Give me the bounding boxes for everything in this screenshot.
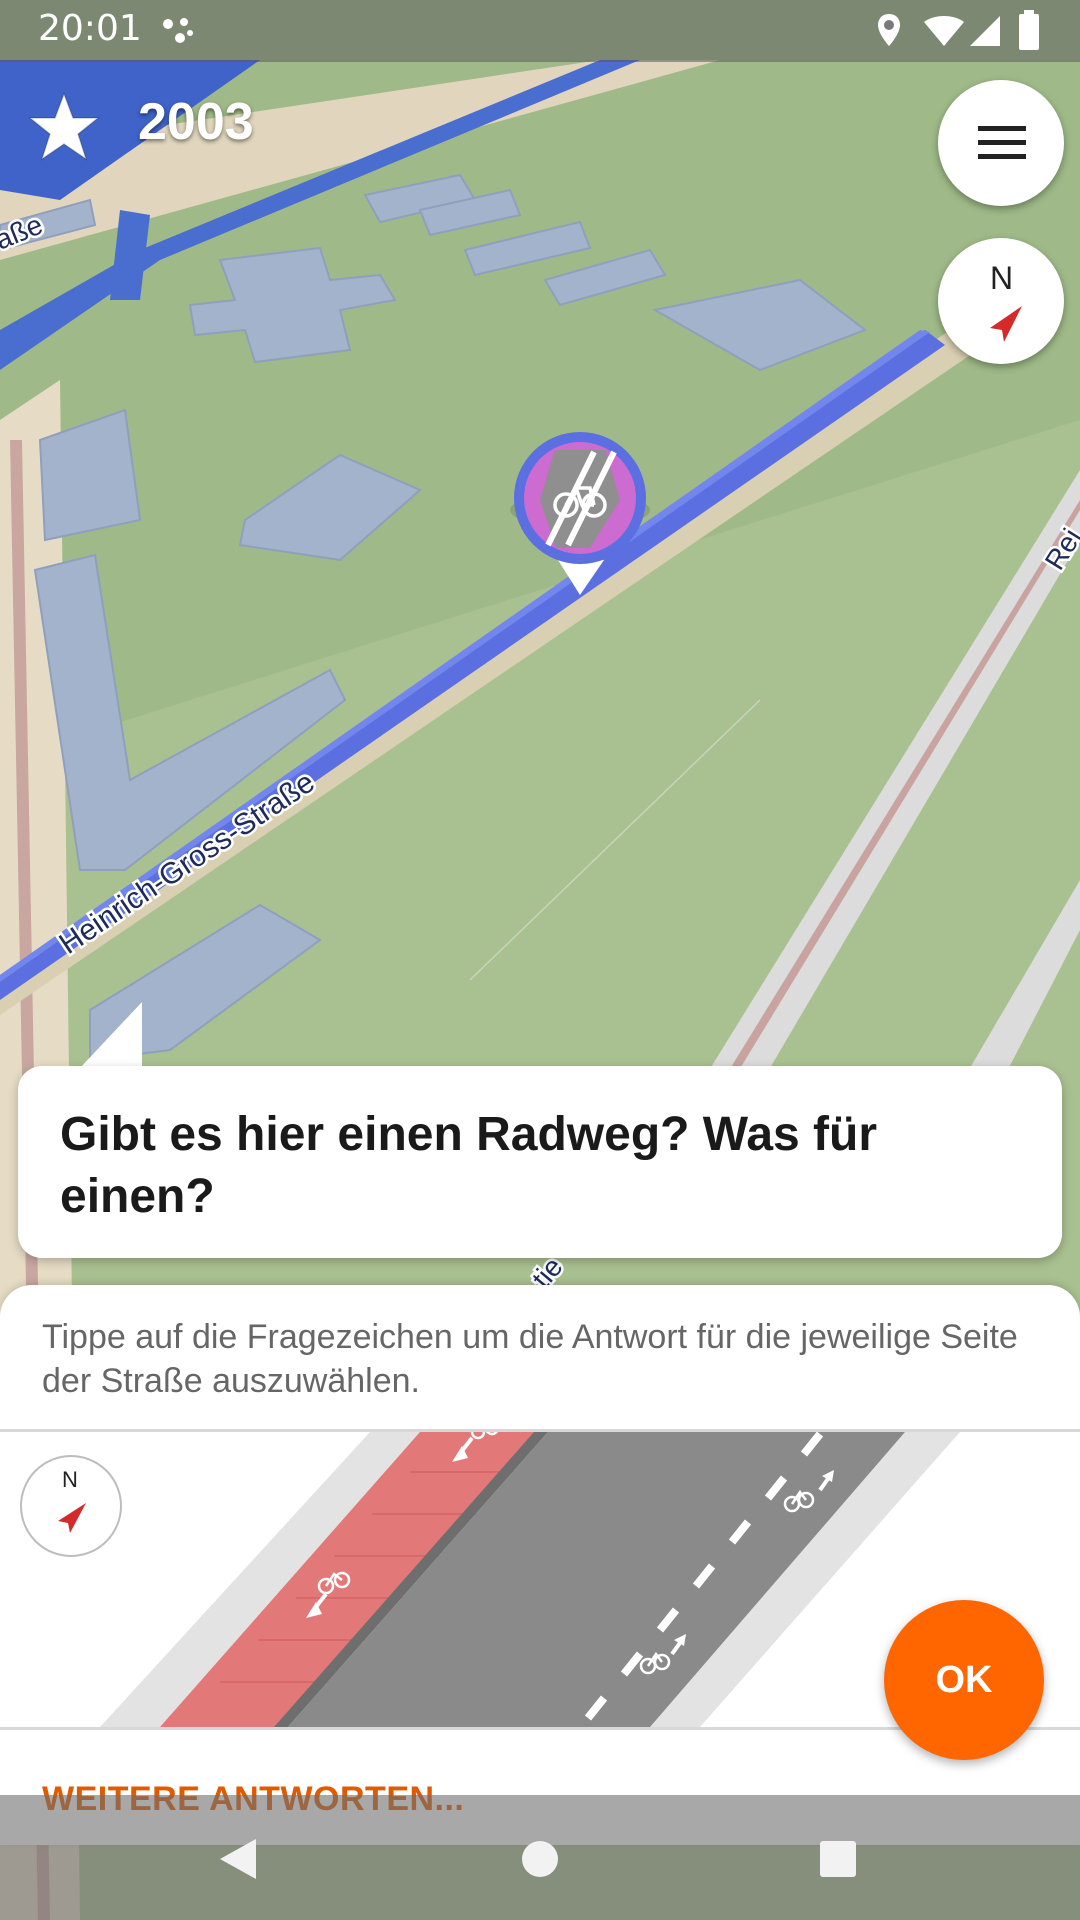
compass-north-label: N — [990, 260, 1014, 296]
answer-sheet: Tippe auf die Fragezeichen um die Antwor… — [0, 1285, 1080, 1845]
location-icon — [878, 14, 900, 46]
menu-button[interactable] — [938, 80, 1064, 206]
compass-arrow-icon — [990, 306, 1022, 342]
illustration-compass: N — [20, 1455, 122, 1557]
back-icon[interactable] — [218, 1837, 258, 1881]
star-icon — [28, 92, 100, 161]
hamburger-menu-icon — [978, 126, 1026, 159]
home-icon[interactable] — [520, 1839, 560, 1879]
wifi-icon — [924, 16, 964, 46]
compass-arrow-icon — [58, 1503, 86, 1533]
recents-icon[interactable] — [818, 1839, 858, 1879]
quest-hint: Tippe auf die Fragezeichen um die Antwor… — [42, 1318, 1018, 1400]
battery-icon — [1019, 10, 1039, 50]
star-count: 2003 — [138, 93, 254, 151]
navigation-bar — [0, 1795, 1080, 1920]
quest-question: Gibt es hier einen Radweg? Was für einen… — [60, 1108, 878, 1223]
ok-button[interactable]: OK — [884, 1600, 1044, 1760]
compass-button[interactable]: N — [938, 238, 1064, 364]
signal-icon — [970, 16, 1000, 46]
bubble-tail — [80, 1002, 142, 1068]
quest-question-bubble: Gibt es hier einen Radweg? Was für einen… — [18, 1066, 1062, 1258]
illustration-compass-north-label: N — [62, 1467, 78, 1492]
status-time: 20:01 — [38, 8, 142, 49]
assistant-dots-icon — [163, 18, 193, 43]
status-bar: 20:01 — [0, 0, 1080, 62]
